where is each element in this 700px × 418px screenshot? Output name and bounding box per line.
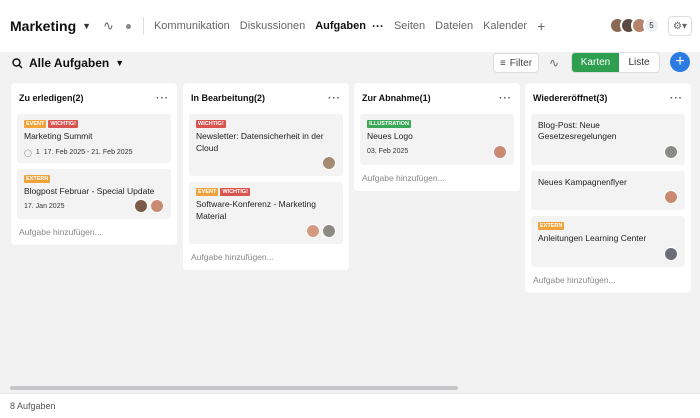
task-card[interactable]: EXTERN Blogpost Februar - Special Update… [17,168,171,220]
task-card[interactable]: EVENT WICHTIG! Software-Konferenz - Mark… [189,181,343,244]
chevron-down-icon: ▼ [82,21,92,31]
add-task-link[interactable]: Aufgabe hinzufügen... [531,267,685,285]
task-card[interactable]: Blog-Post: Neue Gesetzesregelungen [531,114,685,165]
tag-badge: EVENT [24,120,47,129]
tag-badge: EXTERN [24,174,51,183]
dot-icon[interactable] [125,23,131,29]
more-icon[interactable]: ··· [670,93,683,104]
avatar [493,144,507,159]
card-date: 03. Feb 2025 [367,148,409,156]
column-header: Zur Abnahme(1) ··· [360,88,514,108]
view-mode-toggle: Karten Liste [571,52,660,73]
task-card[interactable]: WICHTIG! Newsletter: Datensicherheit in … [189,114,343,176]
more-icon[interactable]: ··· [499,93,512,104]
card-title: Neues Kampagnenflyer [538,176,627,187]
tab-more-icon[interactable]: ··· [372,19,384,33]
more-icon[interactable]: ··· [328,93,341,104]
column-header: Wiedereröffnet(3) ··· [531,88,685,108]
add-task-link[interactable]: Aufgabe hinzufügen... [17,219,171,237]
tag-badge: EXTERN [538,222,565,231]
activity-icon[interactable]: ∿ [103,18,114,34]
add-task-button[interactable]: + [670,52,690,72]
tag-badge: EVENT [196,187,219,197]
divider [142,17,144,35]
tag-badge: WICHTIG! [196,120,226,129]
card-title: Anleitungen Learning Center [538,233,647,244]
column-header: In Bearbeitung(2) ··· [189,88,343,108]
card-title: Neues Logo [367,131,413,142]
task-card[interactable]: ILLUSTRATION Neues Logo 03. Feb 2025 [360,114,514,165]
card-title: Marketing Summit [24,131,93,142]
subtask-count: 1 [35,149,40,157]
avatar [134,199,148,214]
tag-badge: WICHTIG! [48,120,79,129]
filter-icon: ≡ [499,57,506,69]
board-column: Zu erledigen(2) ··· EVENT WICHTIG! Marke… [11,83,177,246]
mode-liste[interactable]: Liste [619,53,659,72]
add-task-link[interactable]: Aufgabe hinzufügen... [360,165,514,183]
board-column: Wiedereröffnet(3) ··· Blog-Post: Neue Ge… [525,83,691,293]
tab-kommunikation[interactable]: Kommunikation [154,20,230,32]
chevron-down-icon: ▼ [115,58,125,68]
view-selector[interactable]: Alle Aufgaben ▼ [12,56,124,70]
add-tab-icon[interactable]: + [537,18,545,34]
member-avatars[interactable]: 5 [609,17,660,34]
avatar [150,199,164,214]
tag-badge: ILLUSTRATION [367,120,411,129]
column-title: Wiedereröffnet(3) [533,93,608,103]
footer: 8 Aufgaben [0,393,700,418]
card-title: Blogpost Februar - Special Update [24,185,155,196]
project-switcher[interactable]: Marketing ▼ [10,18,91,34]
filter-button[interactable]: ≡ Filter [493,53,539,73]
board-column: In Bearbeitung(2) ··· WICHTIG! Newslette… [183,83,349,270]
avatar [664,144,678,159]
avatar [664,246,678,261]
more-icon[interactable]: ··· [156,93,169,104]
column-title: Zu erledigen(2) [19,93,84,103]
column-title: In Bearbeitung(2) [191,93,266,103]
card-title: Newsletter: Datensicherheit in der Cloud [196,131,324,153]
comment-icon: ◯ [24,149,32,157]
task-count: 8 Aufgaben [10,401,56,411]
column-title: Zur Abnahme(1) [362,93,431,103]
card-title: Software-Konferenz - Marketing Material [196,199,316,221]
activity-icon[interactable]: ∿ [549,56,559,70]
tag-badge: WICHTIG! [220,187,251,197]
avatar [306,223,320,238]
tab-kalender[interactable]: Kalender [483,20,527,32]
avatar [664,190,678,205]
tab-dateien[interactable]: Dateien [435,20,473,32]
card-date: 17. Jan 2025 [24,202,65,210]
filter-label: Filter [509,57,533,69]
horizontal-scrollbar[interactable] [10,386,458,390]
task-card[interactable]: EXTERN Anleitungen Learning Center [531,216,685,267]
card-title: Blog-Post: Neue Gesetzesregelungen [538,120,617,142]
task-card[interactable]: EVENT WICHTIG! Marketing Summit ◯ 1 17. … [17,114,171,163]
tab-seiten[interactable]: Seiten [394,20,425,32]
board-column: Zur Abnahme(1) ··· ILLUSTRATION Neues Lo… [354,83,520,191]
avatar [322,155,336,170]
avatar [322,223,336,238]
tab-aufgaben[interactable]: Aufgaben [315,20,366,32]
mode-karten[interactable]: Karten [572,53,619,72]
member-count: 5 [643,17,660,34]
project-tabs: Kommunikation Diskussionen Aufgaben ··· … [154,18,545,34]
tab-diskussionen[interactable]: Diskussionen [240,20,305,32]
gear-icon[interactable]: ⚙▾ [668,16,692,36]
project-name: Marketing [10,18,77,34]
card-date: 17. Feb 2025 - 21. Feb 2025 [43,149,133,157]
search-icon [12,57,23,69]
top-bar: Marketing ▼ ∿ Kommunikation Diskussionen… [0,0,700,52]
view-label: Alle Aufgaben [29,56,110,70]
column-header: Zu erledigen(2) ··· [17,88,171,108]
task-card[interactable]: Neues Kampagnenflyer [531,170,685,211]
add-task-link[interactable]: Aufgabe hinzufügen... [189,244,343,262]
